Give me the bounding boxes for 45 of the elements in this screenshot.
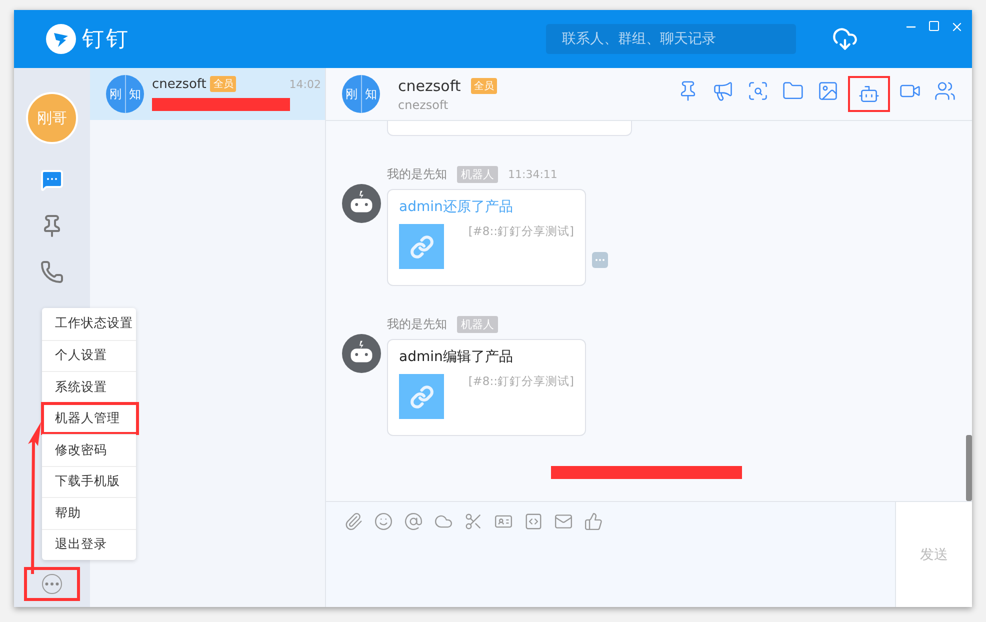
paperclip-icon[interactable] xyxy=(344,512,363,531)
thumbs-up-icon[interactable] xyxy=(584,512,603,531)
avatar: 刚 知 xyxy=(342,75,380,113)
search-field[interactable]: 联系人、群组、聊天记录 xyxy=(546,24,796,54)
menu-item[interactable]: 机器人管理 xyxy=(42,402,138,434)
menu-item[interactable]: 工作状态设置 xyxy=(42,308,136,340)
maximize-icon[interactable] xyxy=(928,20,940,34)
app-title: 钉钉 xyxy=(82,26,130,54)
message-title: admin编辑了产品 xyxy=(399,348,514,366)
phone-icon[interactable] xyxy=(38,258,66,286)
link-text: [#8::釘釘分享测试] xyxy=(468,224,574,239)
scissors-icon[interactable] xyxy=(464,512,483,531)
code-icon[interactable] xyxy=(524,512,543,531)
avatar: 刚 知 xyxy=(106,75,144,113)
sender-name: 我的是先知 xyxy=(387,316,447,333)
member-badge: 全员 xyxy=(470,78,497,94)
message-time: 14:02 xyxy=(289,78,321,90)
menu-item[interactable]: 帮助 xyxy=(42,497,136,528)
chat-subtitle: cnezsoft xyxy=(398,98,450,112)
robot-avatar xyxy=(342,184,381,223)
ellipsis-icon xyxy=(42,574,62,594)
link-text: [#8::釘釘分享测试] xyxy=(468,374,574,389)
conversation-item[interactable]: 刚 知 cnezsoft 全员 14:02 xyxy=(90,68,325,120)
menu-item[interactable]: 下载手机版 xyxy=(42,466,136,497)
smiley-icon[interactable] xyxy=(374,512,393,531)
at-sign-icon[interactable] xyxy=(404,512,423,531)
menu-item[interactable]: 退出登录 xyxy=(42,528,136,560)
robot-avatar xyxy=(342,334,381,373)
menu-item[interactable]: 修改密码 xyxy=(42,434,136,466)
chat-name: cnezsoft xyxy=(398,76,461,94)
contact-name: cnezsoft xyxy=(152,76,206,92)
menu-item[interactable]: 系统设置 xyxy=(42,371,136,402)
link-icon xyxy=(399,374,444,419)
menu-item[interactable]: 个人设置 xyxy=(42,340,136,371)
more-button[interactable] xyxy=(24,567,80,601)
scrollbar[interactable] xyxy=(966,435,972,501)
sender-name: 我的是先知 xyxy=(387,166,447,183)
mail-icon[interactable] xyxy=(554,512,573,531)
link-icon xyxy=(399,224,444,269)
robot-icon[interactable] xyxy=(848,76,890,112)
member-badge: 全员 xyxy=(210,76,236,92)
logo-icon xyxy=(46,24,76,54)
message-time: 11:34:11 xyxy=(508,168,558,181)
cloud-download-icon[interactable] xyxy=(832,26,858,52)
close-icon[interactable] xyxy=(950,20,964,34)
